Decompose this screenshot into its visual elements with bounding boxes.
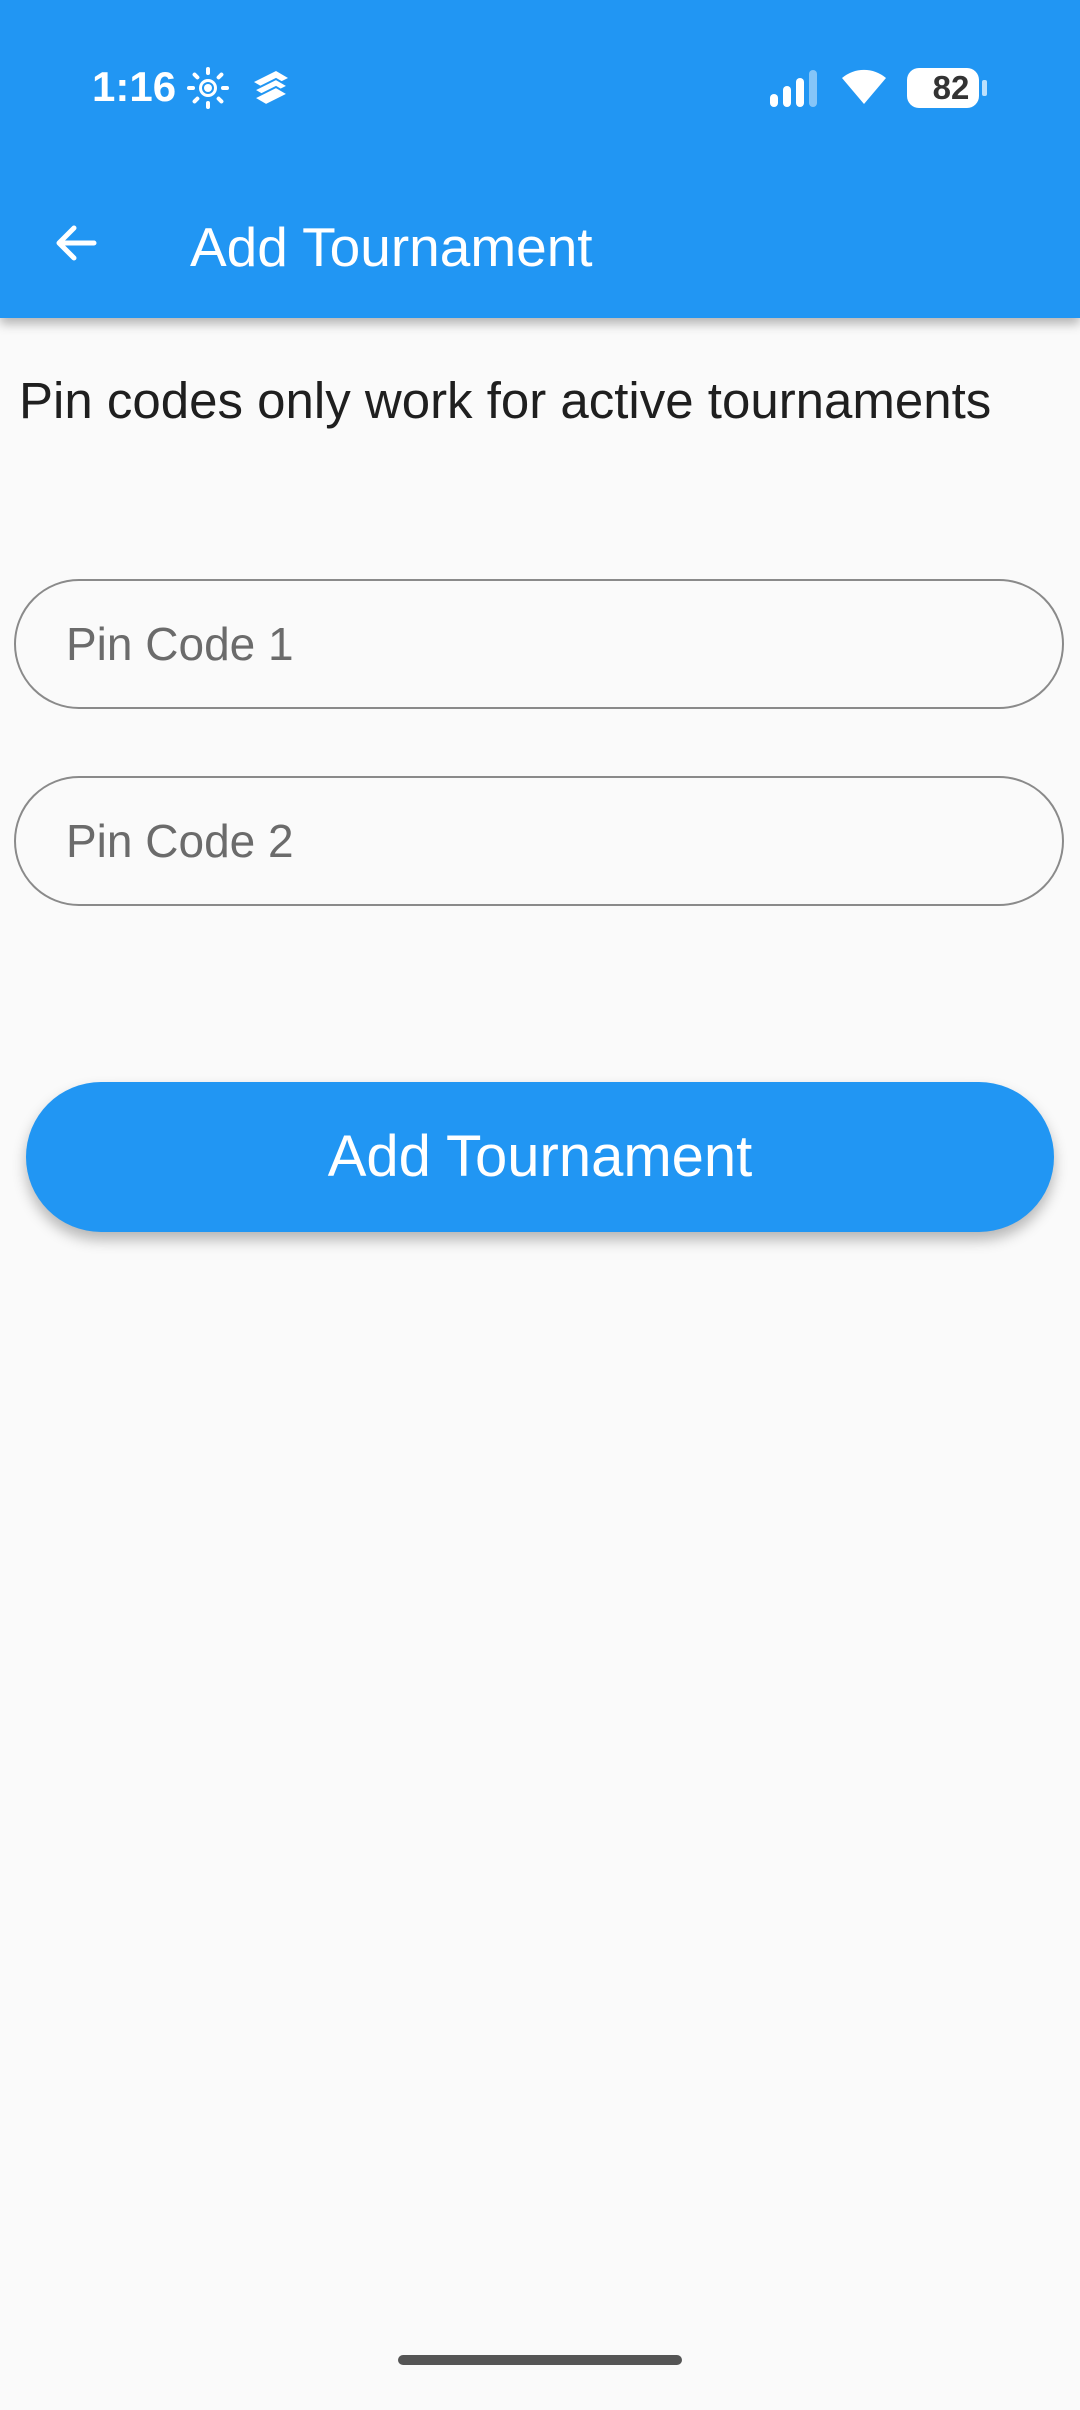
brightness-icon — [186, 66, 230, 110]
pin-code-2-input[interactable] — [66, 778, 1026, 904]
app-bar: 1:16 82 Add Tournament — [0, 0, 1080, 318]
arrow-left-icon — [52, 219, 100, 267]
pin-code-1-input[interactable] — [66, 581, 1026, 707]
stack-app-icon — [250, 68, 292, 110]
home-indicator[interactable] — [398, 2355, 682, 2365]
toolbar: Add Tournament — [0, 175, 1080, 318]
pin-code-info-text: Pin codes only work for active tournamen… — [19, 372, 992, 429]
wifi-icon — [838, 64, 890, 108]
pin-code-2-field[interactable] — [14, 776, 1064, 906]
status-bar: 1:16 82 — [0, 0, 1080, 175]
pin-code-1-field[interactable] — [14, 579, 1064, 709]
status-time: 1:16 — [92, 63, 177, 110]
signal-icon — [768, 68, 820, 108]
back-button[interactable] — [28, 195, 124, 291]
battery-level: 82 — [932, 69, 970, 106]
page-title: Add Tournament — [190, 216, 593, 278]
add-tournament-button[interactable]: Add Tournament — [26, 1082, 1054, 1232]
